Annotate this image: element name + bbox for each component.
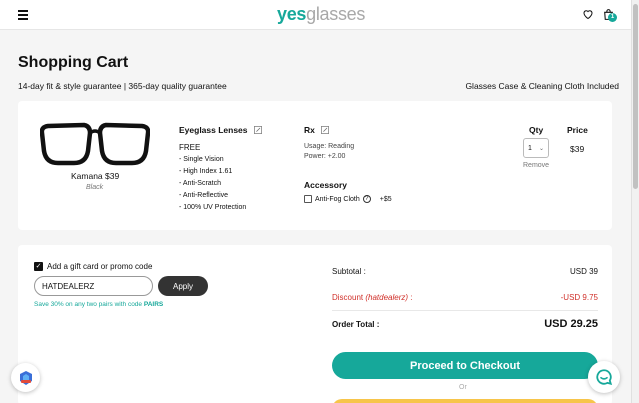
chat-widget-button[interactable] bbox=[588, 361, 620, 393]
logo-text-secondary: glasses bbox=[306, 4, 366, 24]
lenses-heading: Eyeglass Lenses bbox=[179, 125, 248, 135]
page-scrollbar[interactable] bbox=[631, 0, 639, 403]
total-label: Order Total : bbox=[332, 319, 380, 329]
frame-color: Black bbox=[86, 184, 104, 191]
subtotal-row: Subtotal : USD 39 bbox=[332, 267, 598, 276]
qty-heading: Qty bbox=[529, 125, 544, 135]
or-separator: Or bbox=[459, 384, 467, 391]
quantity-select[interactable]: 1 ⌄ bbox=[523, 138, 549, 158]
discount-colon: : bbox=[408, 293, 413, 302]
subtotal-value: USD 39 bbox=[569, 267, 598, 276]
included-items-text: Glasses Case & Cleaning Cloth Included bbox=[465, 81, 619, 91]
gift-card-toggle: ✓ Add a gift card or promo code bbox=[34, 262, 152, 271]
scrollbar-thumb[interactable] bbox=[633, 4, 638, 189]
guarantee-text: 14-day fit & style guarantee | 365-day q… bbox=[18, 81, 227, 91]
lens-feature-item: - Anti-Scratch bbox=[179, 180, 222, 187]
lens-details: Eyeglass Lenses FREE - Single Vision - H… bbox=[179, 125, 262, 212]
apply-promo-button[interactable]: Apply bbox=[158, 276, 208, 296]
rewards-widget-button[interactable] bbox=[11, 363, 40, 392]
lens-price: FREE bbox=[179, 143, 201, 152]
gift-card-label: Add a gift card or promo code bbox=[47, 262, 153, 271]
price-heading: Price bbox=[567, 125, 588, 135]
order-summary-card: ✓ Add a gift card or promo code HATDEALE… bbox=[18, 245, 612, 403]
lens-feature-item: - Single Vision bbox=[179, 156, 224, 163]
accessory-option: Anti-Fog Cloth ? +$5 bbox=[304, 195, 392, 203]
rx-details: Rx Usage: Reading Power: +2.00 bbox=[304, 125, 354, 160]
chat-icon bbox=[596, 369, 613, 386]
lens-feature-list: - Single Vision - High Index 1.61 - Anti… bbox=[179, 156, 262, 212]
edit-lenses-icon[interactable] bbox=[253, 126, 262, 134]
menu-icon[interactable] bbox=[18, 10, 28, 20]
accessory-price: +$5 bbox=[379, 195, 392, 203]
promo-note-text: Save 30% on any two pairs with code bbox=[34, 301, 144, 308]
rx-power: Power: +2.00 bbox=[304, 153, 346, 160]
cart-item-card: Kamana $39 Black Eyeglass Lenses FREE - … bbox=[18, 101, 612, 230]
lens-feature-item: - 100% UV Protection bbox=[179, 204, 247, 211]
badge-icon bbox=[19, 370, 32, 385]
page-title: Shopping Cart bbox=[18, 54, 129, 71]
lens-feature-item: - Anti-Reflective bbox=[179, 192, 229, 199]
subtotal-label: Subtotal : bbox=[332, 267, 366, 276]
logo-text-primary: yes bbox=[277, 4, 307, 24]
rx-heading: Rx bbox=[304, 125, 315, 135]
remove-item-link[interactable]: Remove bbox=[523, 162, 549, 169]
summary-divider bbox=[332, 310, 598, 311]
quantity-value: 1 bbox=[528, 144, 532, 152]
discount-row: Discount (hatdealerz) : -USD 9.75 bbox=[332, 293, 598, 302]
top-navigation-bar: yesglasses 1 bbox=[0, 0, 631, 30]
promo-note: Save 30% on any two pairs with code PAIR… bbox=[34, 301, 163, 308]
paypal-button[interactable] bbox=[332, 399, 598, 403]
lens-feature-item: - High Index 1.61 bbox=[179, 168, 233, 175]
promo-code-value: HATDEALERZ bbox=[42, 281, 95, 291]
promo-note-code: PAIRS bbox=[143, 301, 164, 308]
rx-usage: Usage: Reading bbox=[304, 143, 355, 150]
discount-label-group: Discount (hatdealerz) : bbox=[332, 293, 413, 302]
chevron-down-icon: ⌄ bbox=[538, 145, 544, 152]
promo-code-input[interactable]: HATDEALERZ bbox=[34, 276, 153, 296]
accessory-label: Anti-Fog Cloth bbox=[315, 195, 360, 203]
discount-value: -USD 9.75 bbox=[560, 293, 598, 302]
heart-icon[interactable] bbox=[582, 8, 594, 20]
discount-label: Discount bbox=[332, 293, 366, 302]
total-value: USD 29.25 bbox=[544, 318, 598, 330]
frame-name: Kamana $39 bbox=[71, 171, 120, 181]
anti-fog-cloth-checkbox[interactable] bbox=[304, 195, 312, 203]
site-logo[interactable]: yesglasses bbox=[277, 4, 365, 25]
discount-code: (hatdealerz) bbox=[365, 293, 409, 302]
help-icon[interactable]: ? bbox=[362, 195, 371, 203]
gift-card-checkbox[interactable]: ✓ bbox=[34, 262, 43, 271]
accessory-heading: Accessory bbox=[304, 180, 348, 190]
total-row: Order Total : USD 29.25 bbox=[332, 318, 598, 330]
cart-count-badge: 1 bbox=[608, 13, 617, 22]
item-price: $39 bbox=[570, 144, 585, 154]
proceed-to-checkout-button[interactable]: Proceed to Checkout bbox=[332, 352, 598, 379]
eyeglasses-frame-image bbox=[40, 122, 150, 166]
edit-rx-icon[interactable] bbox=[320, 126, 329, 134]
